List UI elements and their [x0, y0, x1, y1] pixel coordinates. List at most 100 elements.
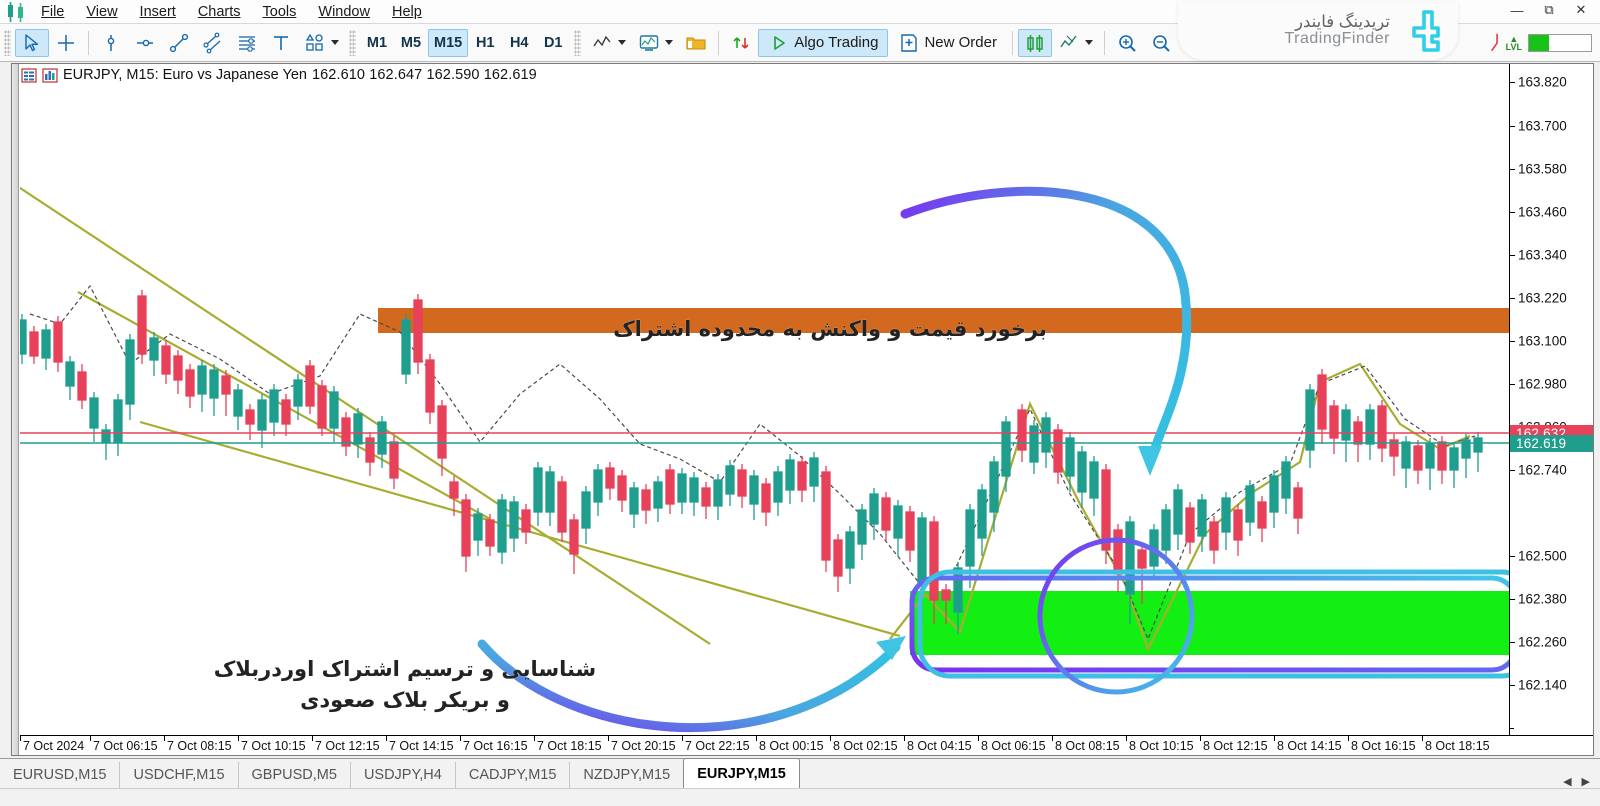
toolbar-separator-4	[1103, 30, 1105, 55]
price-tick-3: 163.460	[1518, 204, 1567, 220]
algo-trading-button[interactable]: Algo Trading	[758, 28, 889, 57]
chart-tab-eurusd-m15[interactable]: EURUSD,M15	[0, 762, 121, 788]
toolbar-grip[interactable]	[4, 29, 11, 56]
new-order-button[interactable]: New Order	[888, 29, 1007, 57]
window-controls: — ⧉ ✕	[1502, 0, 1596, 20]
toolbar-separator	[88, 30, 89, 55]
horizontal-line-icon[interactable]	[128, 29, 162, 57]
chart-tab-nzdjpy-m15-label: NZDJPY,M15	[583, 767, 671, 783]
price-tick-13: 162.140	[1518, 677, 1567, 693]
menu-item-charts[interactable]: Charts	[187, 1, 252, 23]
timeframe-h4[interactable]: H4	[502, 29, 536, 57]
level-icon: ▲ LVL	[1505, 33, 1522, 52]
chart-tabs-bar: EURUSD,M15 USDCHF,M15 GBPUSD,M5 USDJPY,H…	[0, 758, 1600, 788]
watermark-text-en: TradingFinder	[1284, 30, 1390, 48]
chart-tab-usdjpy-h4-label: USDJPY,H4	[363, 767, 442, 783]
time-tick-16: 8 Oct 12:15	[1203, 739, 1268, 753]
menu-item-view[interactable]: View	[75, 1, 128, 23]
indicators-icon[interactable]	[632, 29, 679, 57]
timeframe-d1[interactable]: D1	[536, 29, 570, 57]
status-bar	[0, 788, 1600, 806]
time-axis[interactable]: 7 Oct 2024 7 Oct 06:15 7 Oct 08:15 7 Oct…	[20, 735, 1593, 755]
trendline-icon[interactable]	[162, 29, 196, 57]
chart-tab-nzdjpy-m15[interactable]: NZDJPY,M15	[570, 762, 685, 788]
chart-tab-usdjpy-h4[interactable]: USDJPY,H4	[350, 762, 456, 788]
metatrader-window: File View Insert Charts Tools Window Hel…	[0, 0, 1600, 806]
price-tick-11: 162.380	[1518, 591, 1567, 607]
menu-item-help-label: Help	[391, 3, 422, 20]
chart-tab-eurjpy-m15[interactable]: EURJPY,M15	[683, 758, 800, 788]
watermark-text: تریدینگ فایندر TradingFinder	[1284, 12, 1390, 48]
restore-button[interactable]: ⧉	[1534, 0, 1564, 20]
chart-plot-area[interactable]: برخورد قیمت و واکنش به محدوده اشتراک شنا…	[13, 64, 1535, 735]
chart-tab-gbpusd-m5[interactable]: GBPUSD,M5	[238, 762, 351, 788]
annotation-price-reaction-text: برخورد قیمت و واکنش به محدوده اشتراک	[613, 317, 1047, 341]
menu-item-tools[interactable]: Tools	[252, 1, 308, 23]
watermark-text-fa: تریدینگ فایندر	[1295, 12, 1390, 31]
equidistant-channel-icon[interactable]	[196, 29, 230, 57]
toolbar-grip-timeframes[interactable]	[349, 29, 356, 56]
connection-strength-bar	[1528, 33, 1592, 52]
chart-tabs-scroll-left-button[interactable]: ◀	[1559, 775, 1575, 788]
time-tick-0: 7 Oct 2024	[23, 739, 85, 753]
trendline-lower	[139, 420, 901, 638]
timeframe-m5[interactable]: M5	[394, 29, 428, 57]
crosshair-icon[interactable]	[49, 29, 83, 57]
time-tick-18: 8 Oct 16:15	[1351, 739, 1416, 753]
time-tick-5: 7 Oct 14:15	[389, 739, 454, 753]
chevron-down-icon[interactable]	[331, 40, 339, 45]
metatrader-logo-icon	[4, 1, 30, 23]
chart-scroll-left[interactable]	[12, 64, 19, 755]
cursor-icon[interactable]	[15, 28, 49, 57]
line-chart-icon[interactable]	[585, 29, 632, 57]
timeframe-m5-label: M5	[400, 34, 422, 51]
chevron-down-icon-indicators[interactable]	[665, 40, 674, 45]
chart-tab-gbpusd-m5-label: GBPUSD,M5	[251, 767, 337, 783]
zoom-out-icon[interactable]	[1144, 29, 1178, 57]
candlestick-icon[interactable]	[1017, 28, 1052, 57]
chevron-down-icon-objects[interactable]	[1084, 40, 1093, 45]
minimize-button[interactable]: —	[1502, 0, 1532, 20]
timeframe-m1[interactable]: M1	[360, 29, 394, 57]
objects-list-icon[interactable]	[1052, 29, 1099, 57]
time-tick-13: 8 Oct 06:15	[981, 739, 1046, 753]
timeframe-h4-label: H4	[509, 34, 529, 51]
close-button[interactable]: ✕	[1566, 0, 1596, 20]
text-label-icon[interactable]	[264, 29, 298, 57]
timeframe-h1[interactable]: H1	[468, 29, 502, 57]
chart-tab-cadjpy-m15-label: CADJPY,M15	[468, 767, 557, 783]
annotation-orderblock-breaker: شناسایی و ترسیم اشتراک اوردربلاک و بریکر…	[175, 624, 635, 715]
chart-window[interactable]: EURJPY, M15: Euro vs Japanese Yen 162.61…	[11, 63, 1594, 756]
chevron-down-icon-chart-type[interactable]	[618, 40, 627, 45]
time-tick-4: 7 Oct 12:15	[315, 739, 380, 753]
fibonacci-icon[interactable]	[230, 29, 264, 57]
price-tick-2: 163.580	[1518, 161, 1567, 177]
timeframe-m15[interactable]: M15	[428, 28, 469, 57]
chart-tab-usdchf-m15[interactable]: USDCHF,M15	[120, 762, 239, 788]
price-axis[interactable]: 163.820 163.700 163.580 163.460 163.340 …	[1509, 64, 1593, 735]
templates-folder-icon[interactable]	[679, 29, 713, 57]
menu-item-help[interactable]: Help	[381, 1, 433, 23]
chart-tab-cadjpy-m15[interactable]: CADJPY,M15	[455, 762, 571, 788]
trendline-upper	[13, 183, 711, 645]
time-tick-10: 8 Oct 00:15	[759, 739, 824, 753]
chart-tabs-scroll-right-button[interactable]: ▶	[1578, 775, 1594, 788]
autoscroll-icon[interactable]	[724, 29, 758, 57]
toolbar-grip-charttools[interactable]	[574, 29, 582, 56]
tradingfinder-logo-icon	[1412, 10, 1440, 52]
menu-item-insert-label: Insert	[139, 3, 176, 20]
menu-item-window[interactable]: Window	[307, 1, 381, 23]
price-tick-0: 163.820	[1518, 74, 1567, 90]
time-tick-15: 8 Oct 10:15	[1129, 739, 1194, 753]
vertical-line-icon[interactable]	[94, 29, 128, 57]
menu-item-file[interactable]: File	[30, 1, 75, 23]
zoom-in-icon[interactable]	[1110, 29, 1144, 57]
price-tick-9: 162.740	[1518, 462, 1567, 478]
price-tick-1: 163.700	[1518, 118, 1567, 134]
price-tick-10: 162.500	[1518, 548, 1567, 564]
shapes-icon[interactable]	[298, 29, 345, 57]
menu-item-insert[interactable]: Insert	[129, 1, 187, 23]
bid-price-label: 162.619	[1510, 435, 1593, 452]
algo-trading-label: Algo Trading	[794, 34, 879, 51]
menu-item-charts-label: Charts	[197, 3, 241, 20]
